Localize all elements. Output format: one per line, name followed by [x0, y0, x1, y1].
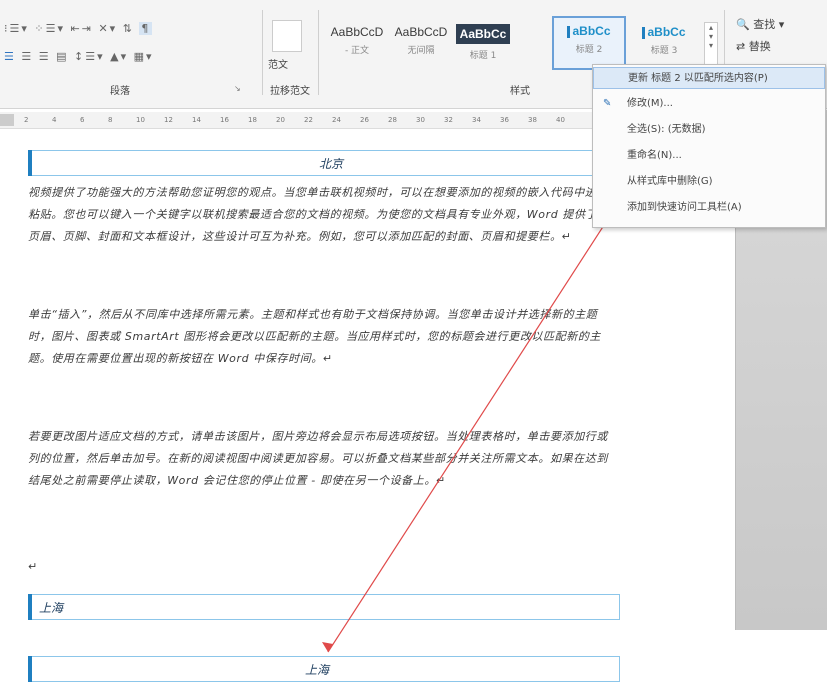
ruler-tick: 32: [444, 116, 453, 124]
body-paragraph-2[interactable]: 单击“插入”，然后从不同库中选择所需元素。主题和样式也有助于文档保持协调。当您单…: [28, 304, 608, 370]
ruler-tick: 16: [220, 116, 229, 124]
heading-beijing[interactable]: 北京: [28, 150, 620, 176]
paragraph-toolbar-row2: ☰ ☰ ☰ ▤ ↕☰▾ ▲▾ ▦▾: [4, 50, 254, 70]
heading-shanghai-2-text: 上海: [305, 663, 330, 677]
style-heading-2[interactable]: aBbCc 标题 2: [552, 16, 626, 70]
ruler-tick: 12: [164, 116, 173, 124]
justify-icon[interactable]: ▤: [56, 50, 68, 63]
heading-beijing-text: 北京: [319, 157, 344, 171]
menu-add-to-quick-access[interactable]: 添加到快速访问工具栏(A): [593, 197, 825, 219]
template-icon[interactable]: [272, 20, 302, 52]
paintbrush-icon: ✎: [603, 98, 612, 109]
ruler-tick: 40: [556, 116, 565, 124]
ruler-tick: 38: [528, 116, 537, 124]
multilevel-list-icon[interactable]: ⁘☰▾: [34, 22, 65, 35]
menu-modify[interactable]: ✎ 修改(M)...: [593, 93, 825, 115]
binoculars-icon: 🔍: [736, 18, 750, 31]
line-spacing-icon[interactable]: ↕☰▾: [74, 50, 105, 63]
heading-shanghai-1[interactable]: 上海: [28, 594, 620, 620]
ruler-tick: 6: [80, 116, 85, 124]
empty-paragraph[interactable]: ↵: [28, 556, 608, 578]
ruler-tick: 8: [108, 116, 113, 124]
indent-icon[interactable]: ⇤⇥: [71, 22, 93, 35]
ruler-tick: 2: [24, 116, 29, 124]
ruler-tick: 28: [388, 116, 397, 124]
ruler-tick: 10: [136, 116, 145, 124]
ruler-tick: 22: [304, 116, 313, 124]
ruler-tick: 20: [276, 116, 285, 124]
menu-select-all[interactable]: 全选(S): (无数据): [593, 119, 825, 141]
style-no-spacing[interactable]: AaBbCcD 无间隔: [390, 18, 452, 70]
ruler-tick: 24: [332, 116, 341, 124]
styles-scroll-icon[interactable]: ▴ ▾ ▾: [704, 22, 718, 68]
ruler-tick: 26: [360, 116, 369, 124]
paragraph-group-label: 段落: [110, 86, 130, 97]
menu-remove-from-gallery[interactable]: 从样式库中删除(G): [593, 171, 825, 193]
pinyin-group-label: 拉移范文: [270, 86, 310, 97]
replace-icon: ⇄: [736, 40, 746, 53]
heading-shanghai-1-text: 上海: [39, 601, 64, 615]
chinese-layout-icon[interactable]: ✕▾: [98, 22, 117, 35]
template-button[interactable]: 范文: [268, 56, 288, 71]
horizontal-ruler[interactable]: 2 4 6 8 10 12 14 16 18 20 22 24 26 28 30 32 34 36 38 40: [0, 112, 600, 129]
bullets-icon[interactable]: ⁝☰▾: [4, 22, 29, 35]
body-paragraph-3[interactable]: 若要更改图片适应文档的方式，请单击该图片，图片旁边将会显示布局选项按钮。当处理表…: [28, 426, 608, 492]
heading-shanghai-2[interactable]: 上海: [28, 656, 620, 682]
align-center-icon[interactable]: ☰: [21, 50, 33, 63]
paragraph-toolbar-row1: ⁝☰▾ ⁘☰▾ ⇤⇥ ✕▾ ⇅ ¶: [4, 22, 254, 42]
ruler-tick: 14: [192, 116, 201, 124]
style-normal[interactable]: AaBbCcD - 正文: [326, 18, 388, 70]
style-heading-1[interactable]: AaBbCc 标题 1: [452, 18, 514, 70]
ruler-tick: 34: [472, 116, 481, 124]
tab-selector-icon[interactable]: [0, 114, 14, 126]
replace-button[interactable]: ⇄ 替换: [736, 38, 771, 54]
menu-rename[interactable]: 重命名(N)...: [593, 145, 825, 167]
paragraph-dialog-launcher-icon[interactable]: ↘: [234, 84, 241, 93]
find-button[interactable]: 🔍 查找 ▾: [736, 16, 784, 32]
style-heading-3[interactable]: aBbCc 标题 3: [628, 18, 700, 70]
ruler-tick: 30: [416, 116, 425, 124]
sort-icon[interactable]: ⇅: [123, 22, 134, 35]
menu-update-to-match[interactable]: 更新 标题 2 以匹配所选内容(P): [593, 67, 825, 89]
ruler-tick: 36: [500, 116, 509, 124]
align-left-icon[interactable]: ☰: [4, 50, 16, 63]
show-marks-icon[interactable]: ¶: [139, 22, 153, 35]
align-right-icon[interactable]: ☰: [39, 50, 51, 63]
styles-group-label: 样式: [510, 86, 530, 97]
shading-icon[interactable]: ▲▾: [110, 50, 128, 63]
ruler-tick: 4: [52, 116, 57, 124]
ruler-tick: 18: [248, 116, 257, 124]
borders-icon[interactable]: ▦▾: [134, 50, 154, 63]
body-paragraph-1[interactable]: 视频提供了功能强大的方法帮助您证明您的观点。当您单击联机视频时，可以在想要添加的…: [28, 182, 608, 248]
style-context-menu: 更新 标题 2 以匹配所选内容(P) ✎ 修改(M)... 全选(S): (无数…: [592, 64, 826, 228]
